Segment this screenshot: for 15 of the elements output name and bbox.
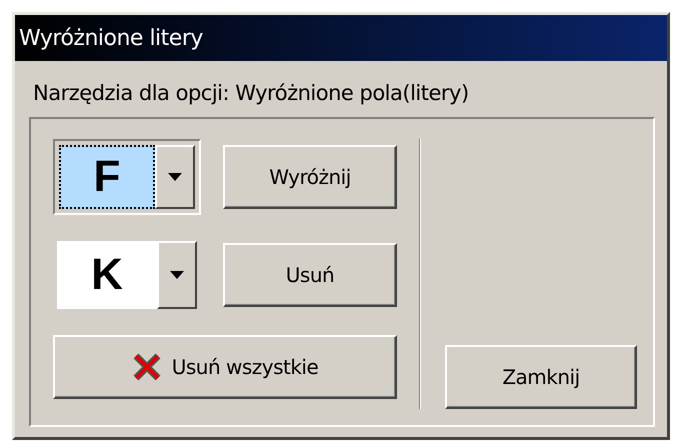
clear-all-button[interactable]: Usuń wszystkie bbox=[53, 335, 397, 399]
close-button[interactable]: Zamknij bbox=[445, 345, 637, 409]
letter-dropdown[interactable]: F bbox=[53, 139, 201, 215]
dropdown-arrow-button[interactable] bbox=[157, 241, 197, 309]
window-title: Wyróżnione litery bbox=[15, 15, 667, 61]
letter-value: K bbox=[57, 241, 157, 309]
caret-icon bbox=[170, 271, 184, 279]
dropdown-arrow-button[interactable] bbox=[155, 145, 195, 209]
caret-icon bbox=[168, 173, 182, 181]
dialog-heading: Narzędzia dla opcji: Wyróżnione pola(litery) bbox=[32, 80, 470, 103]
button-label: Usuń wszystkie bbox=[172, 355, 318, 379]
letter-value: F bbox=[59, 145, 155, 209]
action-button[interactable]: Wyróżnij bbox=[223, 145, 397, 209]
cross-icon bbox=[132, 352, 162, 382]
action-button[interactable]: Usuń bbox=[223, 243, 397, 307]
